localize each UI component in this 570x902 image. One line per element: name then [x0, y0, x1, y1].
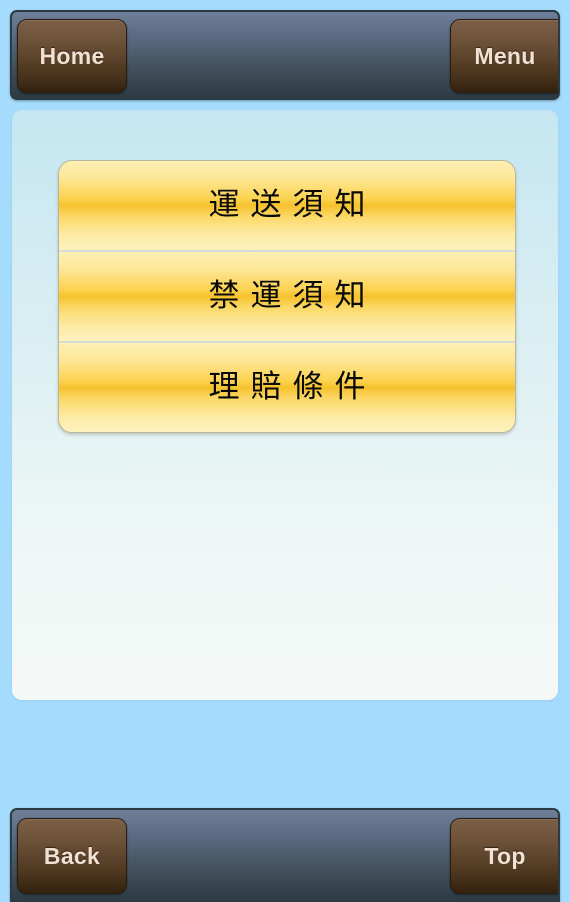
home-button-label: Home: [39, 42, 105, 69]
home-button[interactable]: Home: [17, 19, 127, 93]
menu-list: 運送須知 禁運須知 理賠條件: [58, 160, 516, 433]
bottom-navigation-bar: Back Top: [10, 808, 560, 902]
menu-button[interactable]: Menu: [450, 19, 558, 93]
top-button[interactable]: Top: [450, 818, 558, 894]
back-button[interactable]: Back: [17, 818, 127, 894]
menu-list-item-label: 運送須知: [208, 187, 377, 223]
content-panel: 運送須知 禁運須知 理賠條件: [12, 110, 558, 700]
top-button-label: Top: [484, 842, 526, 869]
menu-button-label: Menu: [474, 42, 536, 69]
top-navigation-bar: Home Menu: [10, 10, 560, 100]
back-button-label: Back: [43, 842, 101, 869]
menu-list-item-label: 理賠條件: [208, 369, 377, 405]
menu-list-item-claim-terms[interactable]: 理賠條件: [59, 341, 515, 432]
menu-list-item-label: 禁運須知: [208, 278, 377, 314]
menu-list-item-prohibited-notice[interactable]: 禁運須知: [59, 250, 515, 341]
menu-list-item-shipping-notice[interactable]: 運送須知: [59, 161, 515, 250]
